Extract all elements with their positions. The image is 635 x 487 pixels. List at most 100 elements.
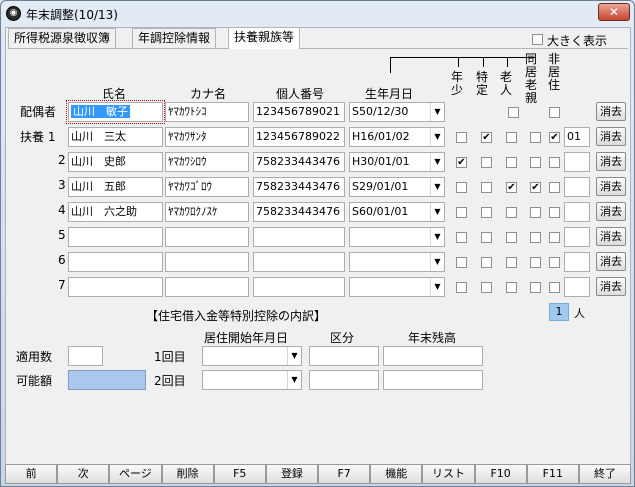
cohabiting-checkbox[interactable] xyxy=(530,207,541,218)
elderly-checkbox[interactable] xyxy=(506,132,517,143)
kana-field[interactable]: ﾔﾏｶﾜｻﾝﾀ xyxy=(165,127,249,147)
fkey-prev-button[interactable]: 前 xyxy=(5,464,58,484)
nonresident-checkbox[interactable] xyxy=(549,107,560,118)
nonresident-checkbox[interactable]: ✔ xyxy=(549,132,560,143)
chevron-down-icon[interactable]: ▼ xyxy=(430,103,444,121)
chevron-down-icon[interactable]: ▼ xyxy=(430,253,444,271)
fkey-function-button[interactable]: 機能 xyxy=(370,464,423,484)
name-field[interactable] xyxy=(68,277,163,297)
delete-button[interactable]: 消去 xyxy=(596,202,626,221)
elderly-checkbox[interactable] xyxy=(506,257,517,268)
residence-code-field[interactable] xyxy=(564,202,590,222)
kana-field[interactable] xyxy=(165,252,249,272)
residence-code-field[interactable] xyxy=(564,177,590,197)
second-start-date-select[interactable]: ▼ xyxy=(202,370,302,390)
cohabiting-checkbox[interactable] xyxy=(530,132,541,143)
tab-withholding-book[interactable]: 所得税源泉徴収簿 xyxy=(8,28,117,48)
special-checkbox[interactable] xyxy=(481,207,492,218)
name-field[interactable]: 山川 史郎 xyxy=(68,152,163,172)
young-checkbox[interactable] xyxy=(456,207,467,218)
birthdate-select[interactable]: ▼ xyxy=(349,277,445,297)
chevron-down-icon[interactable]: ▼ xyxy=(430,178,444,196)
first-category-field[interactable] xyxy=(309,346,379,366)
young-checkbox[interactable] xyxy=(456,282,467,293)
delete-button[interactable]: 消去 xyxy=(596,252,626,271)
chevron-down-icon[interactable]: ▼ xyxy=(430,153,444,171)
elderly-checkbox[interactable]: ✔ xyxy=(506,182,517,193)
delete-button[interactable]: 消去 xyxy=(596,277,626,296)
tab-dependents[interactable]: 扶養親族等 xyxy=(228,27,301,49)
mynumber-field[interactable] xyxy=(253,252,345,272)
cohabiting-checkbox[interactable] xyxy=(530,232,541,243)
kana-field[interactable] xyxy=(165,227,249,247)
residence-code-field[interactable] xyxy=(564,277,590,297)
delete-button[interactable]: 消去 xyxy=(596,127,626,146)
nonresident-checkbox[interactable] xyxy=(549,157,560,168)
delete-button[interactable]: 消去 xyxy=(596,227,626,246)
delete-button[interactable]: 消去 xyxy=(596,152,626,171)
mynumber-field[interactable]: 123456789021 xyxy=(253,102,345,122)
special-checkbox[interactable] xyxy=(481,182,492,193)
chevron-down-icon[interactable]: ▼ xyxy=(430,278,444,296)
birthdate-select[interactable]: ▼ xyxy=(349,252,445,272)
special-checkbox[interactable] xyxy=(481,282,492,293)
birthdate-select[interactable]: H16/01/02 ▼ xyxy=(349,127,445,147)
chevron-down-icon[interactable]: ▼ xyxy=(430,203,444,221)
kana-field[interactable]: ﾔﾏｶﾜｼﾛｳ xyxy=(165,152,249,172)
fkey-page-button[interactable]: ページ xyxy=(109,464,162,484)
birthdate-select[interactable]: S29/01/01 ▼ xyxy=(349,177,445,197)
kana-field[interactable]: ﾔﾏｶﾜﾛｸﾉｽｹ xyxy=(165,202,249,222)
fkey-f10-button[interactable]: F10 xyxy=(474,464,527,484)
residence-code-field[interactable]: 01 xyxy=(564,127,590,147)
kana-field[interactable] xyxy=(165,277,249,297)
young-checkbox[interactable] xyxy=(456,257,467,268)
fkey-list-button[interactable]: リスト xyxy=(422,464,475,484)
nonresident-checkbox[interactable] xyxy=(549,257,560,268)
fkey-exit-button[interactable]: 終了 xyxy=(578,464,632,484)
close-button[interactable]: ✕ xyxy=(598,3,630,21)
mynumber-field[interactable] xyxy=(253,277,345,297)
residence-code-field[interactable] xyxy=(564,252,590,272)
chevron-down-icon[interactable]: ▼ xyxy=(430,128,444,146)
young-checkbox[interactable] xyxy=(456,232,467,243)
fkey-register-button[interactable]: 登録 xyxy=(265,464,319,484)
elderly-checkbox[interactable] xyxy=(506,207,517,218)
mynumber-field[interactable]: 758233443476 xyxy=(253,177,345,197)
nonresident-checkbox[interactable] xyxy=(549,207,560,218)
applied-count-field[interactable] xyxy=(68,346,103,366)
special-checkbox[interactable]: ✔ xyxy=(481,132,492,143)
mynumber-field[interactable]: 758233443476 xyxy=(253,152,345,172)
tab-deduction-info[interactable]: 年調控除情報 xyxy=(132,28,217,48)
cohabiting-checkbox[interactable] xyxy=(530,282,541,293)
name-field[interactable]: 山川 五郎 xyxy=(68,177,163,197)
birthdate-select[interactable]: S50/12/30 ▼ xyxy=(349,102,445,122)
name-field[interactable]: 山川 敏子 xyxy=(66,100,165,124)
special-checkbox[interactable] xyxy=(481,257,492,268)
second-balance-field[interactable] xyxy=(383,370,483,390)
name-field[interactable] xyxy=(68,227,163,247)
fkey-next-button[interactable]: 次 xyxy=(57,464,110,484)
nonresident-checkbox[interactable] xyxy=(549,282,560,293)
name-field[interactable] xyxy=(68,252,163,272)
delete-button[interactable]: 消去 xyxy=(596,177,626,196)
second-category-field[interactable] xyxy=(309,370,379,390)
delete-button[interactable]: 消去 xyxy=(596,102,626,121)
enlarge-checkbox[interactable] xyxy=(532,34,543,45)
fkey-f11-button[interactable]: F11 xyxy=(526,464,579,484)
birthdate-select[interactable]: H30/01/01 ▼ xyxy=(349,152,445,172)
first-balance-field[interactable] xyxy=(383,346,483,366)
fkey-delete-button[interactable]: 削除 xyxy=(161,464,214,484)
birthdate-select[interactable]: S60/01/01 ▼ xyxy=(349,202,445,222)
nonresident-checkbox[interactable] xyxy=(549,182,560,193)
special-checkbox[interactable] xyxy=(481,232,492,243)
fkey-f7-button[interactable]: F7 xyxy=(318,464,371,484)
special-checkbox[interactable] xyxy=(481,157,492,168)
kana-field[interactable]: ﾔﾏｶﾜﾄｼｺ xyxy=(165,102,249,122)
mynumber-field[interactable]: 123456789022 xyxy=(253,127,345,147)
mynumber-field[interactable]: 758233443476 xyxy=(253,202,345,222)
residence-code-field[interactable] xyxy=(564,152,590,172)
kana-field[interactable]: ﾔﾏｶﾜｺﾞﾛｳ xyxy=(165,177,249,197)
elderly-checkbox[interactable] xyxy=(508,107,519,118)
birthdate-select[interactable]: ▼ xyxy=(349,227,445,247)
young-checkbox[interactable] xyxy=(456,132,467,143)
